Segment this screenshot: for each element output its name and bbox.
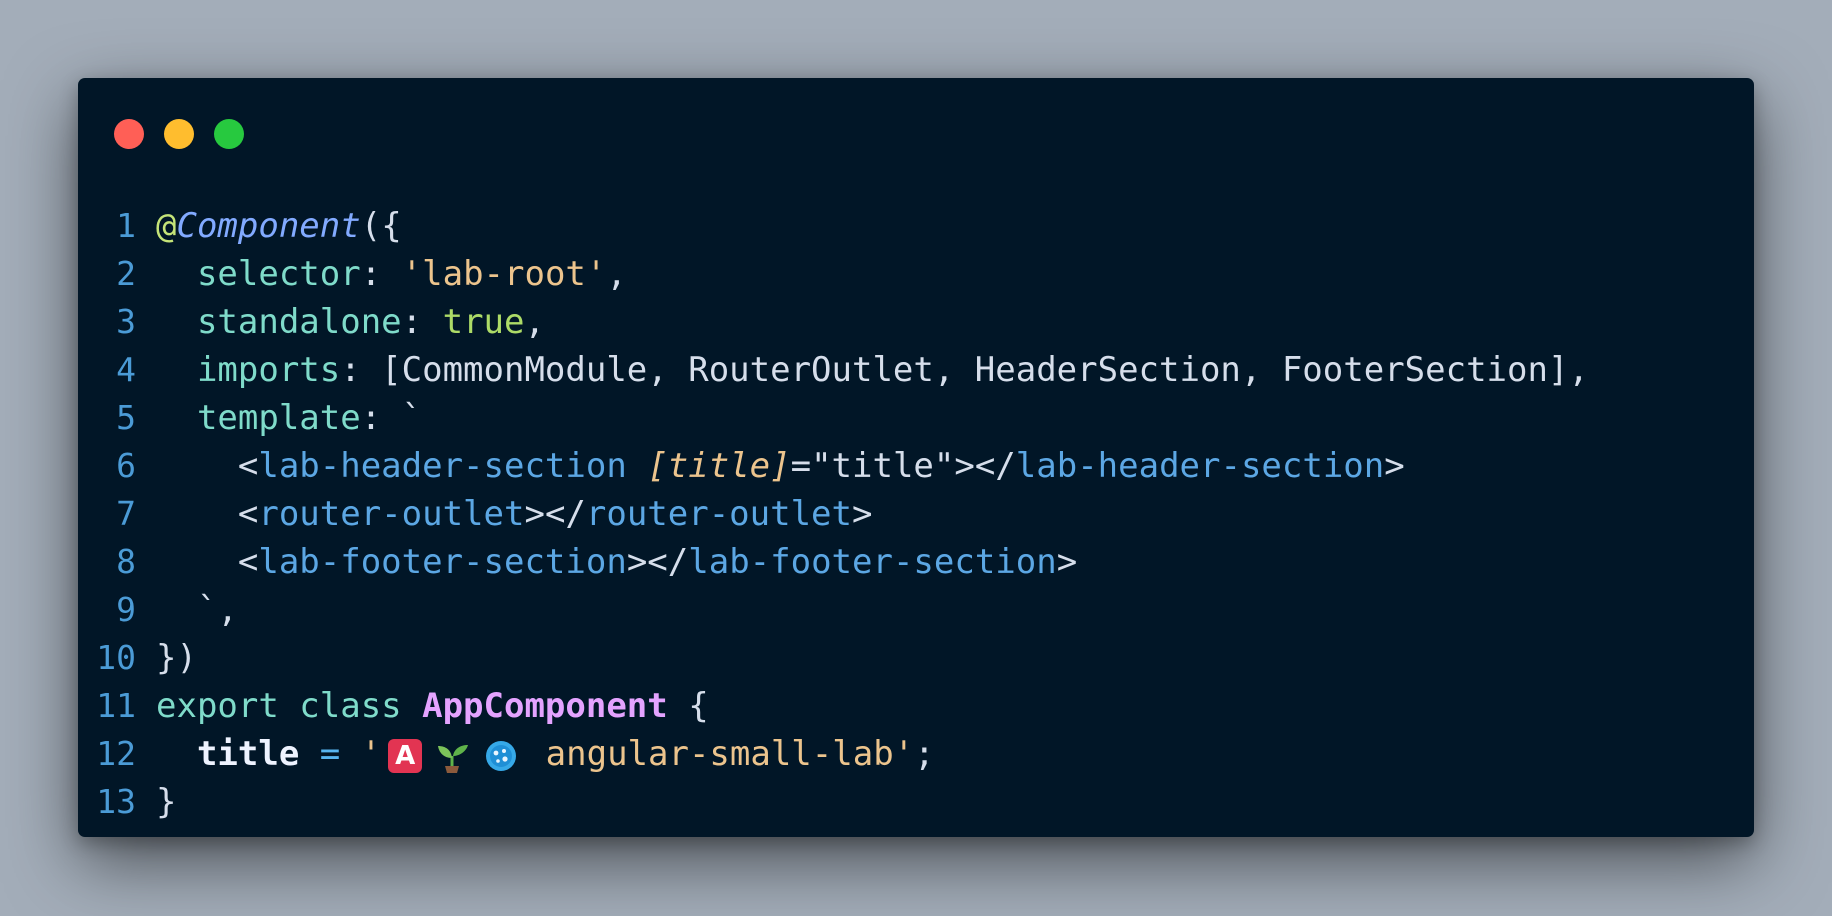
code-token: ="title"></ [790,446,1016,486]
line-number: 4 [116,350,136,389]
code-text: selector: 'lab-root', [156,250,627,298]
line-number: 1 [116,206,136,245]
code-text: title = ' A angular-small-lab'; [156,730,935,778]
code-token: : [CommonModule, RouterOutlet, HeaderSec… [340,350,1589,390]
code-token: router-outlet [258,494,525,534]
line-number: 3 [116,302,136,341]
code-text: export class AppComponent { [156,682,709,730]
close-window-button[interactable] [114,119,144,149]
code-token: title [156,734,300,774]
code-text: <router-outlet></router-outlet> [156,490,873,538]
line-number: 10 [96,638,136,677]
code-token: > [1384,446,1405,486]
code-line: 11 export class AppComponent { [78,682,1754,730]
code-line: 7 <router-outlet></router-outlet> [78,490,1754,538]
code-token: router-outlet [585,494,852,534]
code-line: 10}) [78,634,1754,682]
cookie-icon [483,738,519,774]
code-token: ; [914,734,935,774]
code-text: imports: [CommonModule, RouterOutlet, He… [156,346,1589,394]
code-token: 'lab-root' [401,254,607,294]
code-token: [title] [647,446,791,486]
code-text: <lab-footer-section></lab-footer-section… [156,538,1077,586]
code-token: Component [176,206,361,246]
code-text: }) [156,634,197,682]
code-line: 9 `, [78,586,1754,634]
line-number: 9 [116,590,136,629]
code-token: lab-header-section [1015,446,1385,486]
code-line: 2 selector: 'lab-root', [78,250,1754,298]
code-text: `, [156,586,238,634]
code-line: 3 standalone: true, [78,298,1754,346]
code-token: , [524,302,545,342]
minimize-window-button[interactable] [164,119,194,149]
code-text: standalone: true, [156,298,545,346]
code-window: 1 @Component({2 selector: 'lab-root', 3 st… [78,78,1754,837]
code-token: true [442,302,525,342]
seedling-icon [435,738,471,774]
code-token: < [156,542,259,582]
code-token: angular-small-lab' [525,734,915,774]
code-token: > [1056,542,1078,582]
line-number: 5 [116,398,136,437]
window-controls [114,119,244,149]
line-number: 13 [96,782,136,821]
line-number: 7 [116,494,136,533]
code-token: ></ [524,494,586,534]
line-number: 2 [116,254,136,293]
code-text: template: ` [156,394,422,442]
code-token: : [401,302,443,342]
code-token: lab-header-section [258,446,627,486]
code-token: imports [156,350,341,390]
code-token: lab-footer-section [688,542,1057,582]
code-token: AppComponent [422,686,668,726]
code-token: , [606,254,627,294]
code-token: { [667,686,709,726]
code-token: = [299,734,361,774]
code-text: <lab-header-section [title]="title"></la… [156,442,1405,490]
code-text: @Component({ [156,202,402,250]
maximize-window-button[interactable] [214,119,244,149]
code-token: : ` [360,398,423,438]
line-number: 11 [96,686,136,725]
code-line: 6 <lab-header-section [title]="title"></… [78,442,1754,490]
code-text: } [156,778,176,826]
code-token: selector [156,254,361,294]
code-token: `, [156,590,238,630]
code-token: standalone [156,302,402,342]
line-number: 8 [116,542,136,581]
code-block: 1 @Component({2 selector: 'lab-root', 3 st… [78,202,1754,826]
code-token: export class [156,686,423,726]
code-token: ' [360,734,382,774]
code-token: } [156,782,177,822]
code-token: }) [156,638,197,678]
code-line: 4 imports: [CommonModule, RouterOutlet, … [78,346,1754,394]
code-token: ({ [360,206,402,246]
code-token: < [156,446,259,486]
code-line: 5 template: ` [78,394,1754,442]
code-token: template [156,398,361,438]
line-number: 6 [116,446,136,485]
code-line: 12 title = ' A angular-small-lab'; [78,730,1754,778]
code-token: @ [156,206,177,246]
code-token: > [852,494,873,534]
code-token: lab-footer-section [258,542,627,582]
code-token: < [156,494,259,534]
angular-logo-icon: A [387,738,423,774]
code-line: 8 <lab-footer-section></lab-footer-secti… [78,538,1754,586]
code-token: : [360,254,402,294]
line-number: 12 [96,734,136,773]
code-token: ></ [626,542,689,582]
code-line: 1 @Component({ [78,202,1754,250]
code-line: 13} [78,778,1754,826]
